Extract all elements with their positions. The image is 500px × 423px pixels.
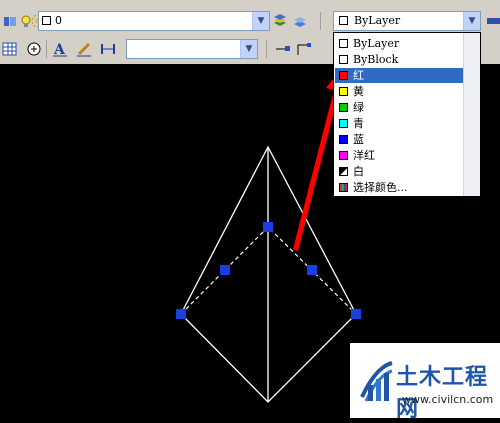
red-swatch-icon [339,71,348,80]
color-option-byblock[interactable]: ByBlock [335,52,463,67]
color-option-yellow[interactable]: 黄 [335,84,463,99]
color-option-magenta[interactable]: 洋红 [335,148,463,163]
blue-swatch-icon [339,135,348,144]
color-option-white[interactable]: 白 [335,164,463,179]
cyan-swatch-icon [339,119,348,128]
grip-left-mid[interactable] [220,265,230,275]
white-swatch-icon [339,55,348,64]
white-swatch-icon [339,39,348,48]
watermark-title: 土木工程网 [396,365,489,422]
grip-apex[interactable] [263,222,273,232]
color-option-green[interactable]: 绿 [335,100,463,115]
color-option-blue[interactable]: 蓝 [335,132,463,147]
grip-left[interactable] [176,309,186,319]
color-dropdown[interactable]: ByLayer ByBlock 红 黄 绿 青 蓝 洋红 白 选择颜色... [333,32,481,197]
color-option-select-color[interactable]: 选择颜色... [335,180,463,195]
green-swatch-icon [339,103,348,112]
grip-right-mid[interactable] [307,265,317,275]
yellow-swatch-icon [339,87,348,96]
civilcn-logo-icon [360,361,393,402]
color-option-bylayer[interactable]: ByLayer [335,36,463,51]
watermark: 土木工程网 www.civilcn.com [350,343,500,422]
color-option-red[interactable]: 红 [335,68,463,83]
palette-icon [339,183,348,192]
grip-right[interactable] [351,309,361,319]
magenta-swatch-icon [339,151,348,160]
color-option-cyan[interactable]: 青 [335,116,463,131]
black-white-swatch-icon [339,167,348,176]
dropdown-scrollbar[interactable] [463,33,480,196]
watermark-url: www.civilcn.com [402,393,494,406]
